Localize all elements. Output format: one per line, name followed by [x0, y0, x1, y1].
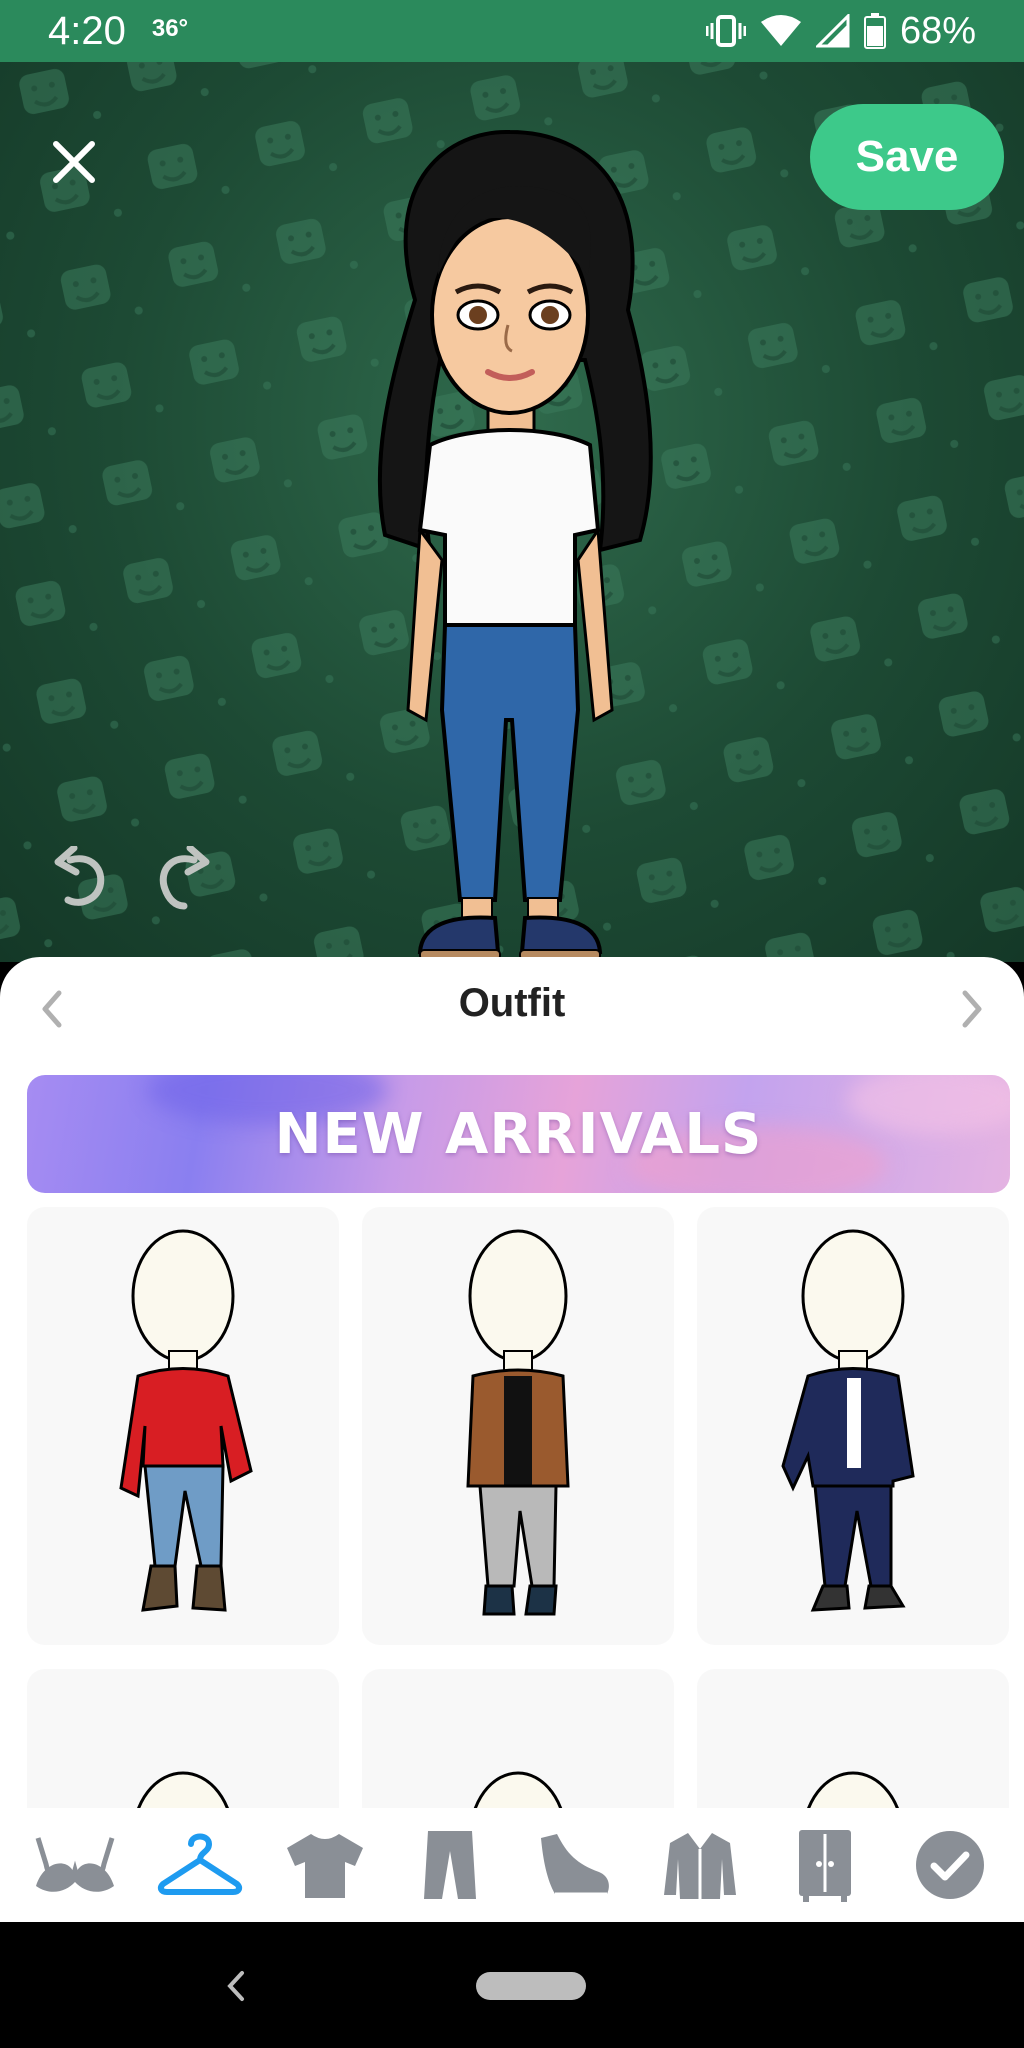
wifi-icon — [760, 15, 801, 46]
shoes-tab[interactable] — [520, 1815, 630, 1915]
next-category-button[interactable] — [942, 979, 1002, 1039]
brown-cardigan-outfit-preview — [466, 1229, 570, 1616]
outfit-card[interactable] — [697, 1207, 1009, 1645]
bottoms-tab[interactable] — [395, 1815, 505, 1915]
bra-icon — [35, 1837, 114, 1892]
system-nav-bar — [0, 1922, 1024, 2048]
status-time: 4:20 — [48, 8, 126, 53]
category-tab-bar — [0, 1808, 1024, 1922]
cell-signal-icon — [815, 14, 850, 48]
banner-text: NEW ARRIVALS — [274, 1101, 763, 1167]
denim-jacket-outfit-preview — [781, 1229, 915, 1612]
shoe-icon — [540, 1834, 609, 1896]
status-icons: 68% — [705, 9, 976, 53]
avatar-stage: Save — [0, 62, 1024, 962]
outerwear-tab[interactable] — [645, 1815, 755, 1915]
battery-icon — [863, 13, 886, 49]
undo-button[interactable] — [44, 842, 116, 914]
avatar-left-arm — [406, 525, 444, 723]
avatar-left-shoe — [417, 915, 501, 954]
system-home-button[interactable] — [476, 1972, 586, 2000]
check-icon — [915, 1831, 984, 1899]
jacket-icon — [663, 1833, 736, 1899]
outfit-card[interactable] — [27, 1207, 339, 1645]
avatar-shirt — [417, 428, 601, 627]
wardrobe-icon — [798, 1830, 851, 1902]
shirt-icon — [286, 1834, 363, 1898]
sheet-header: Outfit — [0, 957, 1024, 1077]
close-button[interactable] — [42, 130, 106, 194]
red-turtleneck-outfit-preview — [119, 1229, 253, 1612]
avatar — [377, 129, 653, 961]
avatar-right-shoe — [519, 915, 603, 954]
pants-icon — [423, 1831, 476, 1899]
undo-icon — [54, 846, 105, 906]
chevron-right-icon — [962, 990, 982, 1028]
save-button[interactable]: Save — [810, 104, 1004, 210]
hanger-icon — [157, 1833, 242, 1895]
status-temperature: 36° — [151, 15, 189, 42]
wardrobe-tab[interactable] — [770, 1815, 880, 1915]
outfit-tab[interactable] — [145, 1815, 255, 1915]
underwear-tab[interactable] — [20, 1815, 130, 1915]
tops-tab[interactable] — [270, 1815, 380, 1915]
sheet-title: Outfit — [458, 981, 566, 1025]
outfit-sheet: Outfit NEW ARRIVALS — [0, 957, 1024, 1922]
system-back-button[interactable] — [206, 1956, 266, 2016]
vibrate-icon — [705, 15, 746, 47]
close-icon — [53, 141, 95, 183]
redo-icon — [159, 846, 210, 910]
avatar-right-arm — [576, 525, 614, 723]
back-icon — [227, 1971, 244, 2001]
battery-percent: 68% — [899, 9, 976, 52]
done-tab[interactable] — [895, 1815, 1005, 1915]
status-bar: 4:20 36° 68% — [0, 0, 1024, 62]
avatar-jeans — [439, 623, 581, 902]
outfit-card[interactable] — [362, 1207, 674, 1645]
new-arrivals-banner[interactable]: NEW ARRIVALS — [27, 1075, 1010, 1193]
redo-button[interactable] — [148, 842, 220, 914]
